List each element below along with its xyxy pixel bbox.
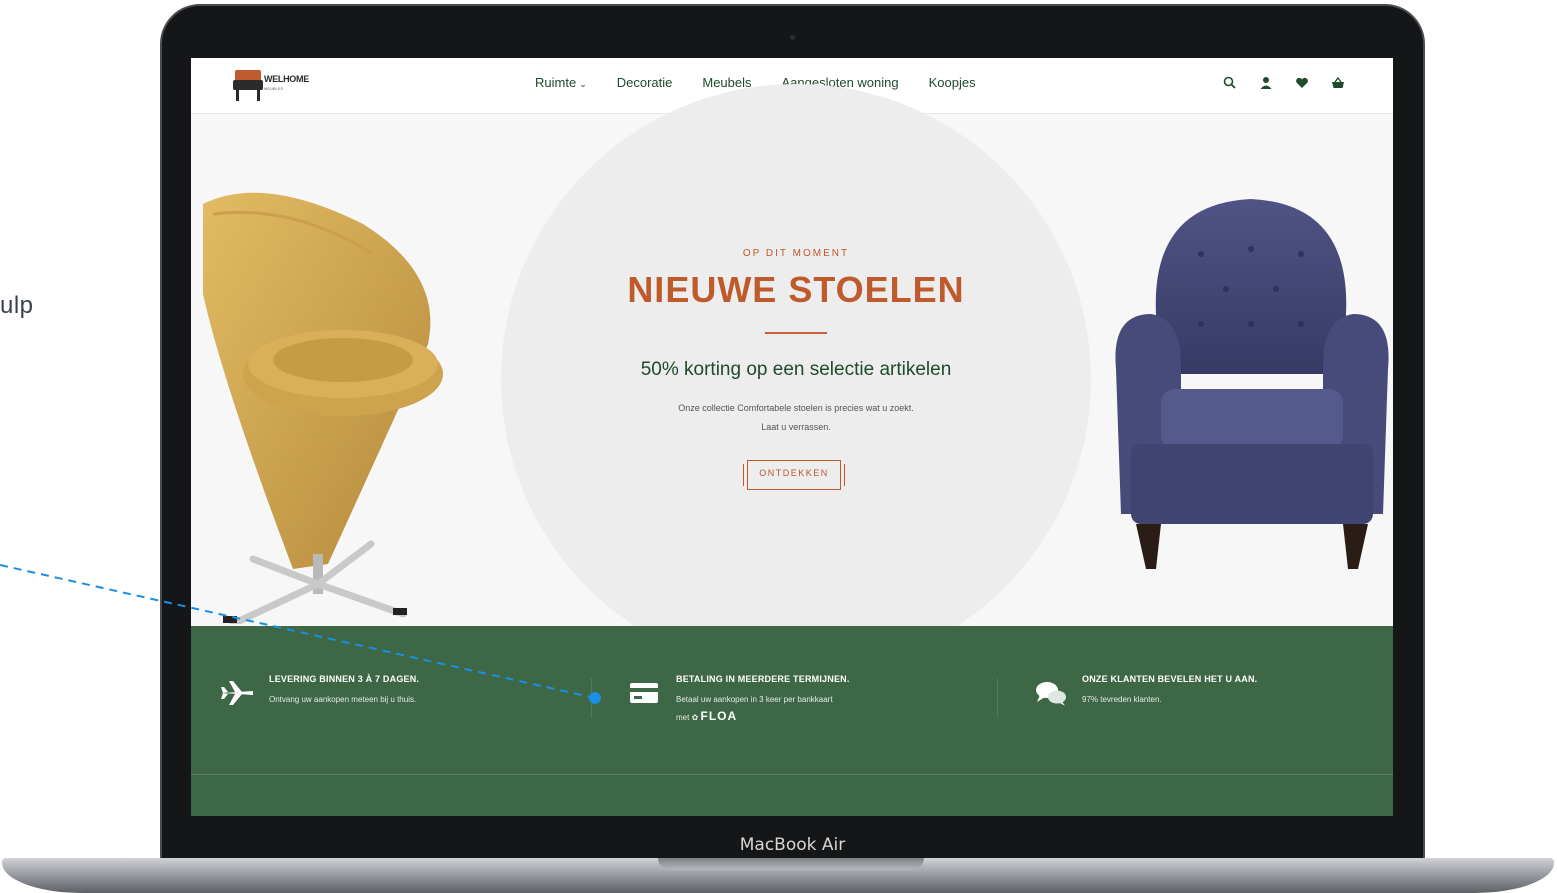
cta-label: ONTDEKKEN bbox=[759, 468, 829, 478]
hero-description-line: Laat u verrassen. bbox=[761, 422, 831, 432]
hero-divider bbox=[765, 332, 827, 334]
discover-button[interactable]: ONTDEKKEN bbox=[743, 456, 845, 494]
nav-item-decoratie[interactable]: Decoratie bbox=[617, 75, 673, 90]
site-logo[interactable]: WELHOME MEUBLES bbox=[233, 68, 323, 104]
cone-chair-image bbox=[203, 192, 443, 624]
feature-separator bbox=[591, 678, 592, 718]
feature-text: Betaal uw aankopen in 3 keer per bankkaa… bbox=[676, 692, 833, 726]
chat-bubbles-icon bbox=[1036, 682, 1066, 706]
hero-subtitle: 50% korting op een selectie artikelen bbox=[640, 359, 952, 380]
device-label: MacBook Air bbox=[739, 835, 846, 855]
chevron-down-icon: ⌄ bbox=[579, 79, 587, 89]
side-caption-fragment: ulp bbox=[0, 292, 34, 319]
wishlist-heart-icon[interactable] bbox=[1293, 74, 1311, 92]
reassurance-band: LEVERING BINNEN 3 À 7 DAGEN. Ontvang uw … bbox=[191, 626, 1393, 816]
logo-tagline: MEUBLES bbox=[264, 86, 284, 91]
header-icons bbox=[1221, 74, 1347, 92]
feature-text: Ontvang uw aankopen meteen bij u thuis. bbox=[269, 695, 417, 704]
tufted-armchair-image bbox=[1115, 199, 1389, 569]
account-icon[interactable] bbox=[1257, 74, 1275, 92]
hero-banner: OP DIT MOMENT NIEUWE STOELEN 50% korting… bbox=[191, 84, 1393, 674]
hero-description: Onze collectie Comfortabele stoelen is p… bbox=[556, 399, 1036, 437]
feature-text: 97% tevreden klanten. bbox=[1082, 695, 1162, 704]
cart-basket-icon[interactable] bbox=[1329, 74, 1347, 92]
feature-heading: LEVERING BINNEN 3 À 7 DAGEN. bbox=[269, 674, 420, 684]
laptop-screen: WELHOME MEUBLES Ruimte ⌄ Decoratie Meubel… bbox=[191, 58, 1393, 816]
laptop-hinge-notch bbox=[658, 858, 924, 870]
feature-text-line: Betaal uw aankopen in 3 keer per bankkaa… bbox=[676, 695, 833, 704]
feature-heading: ONZE KLANTEN BEVELEN HET U AAN. bbox=[1082, 674, 1258, 684]
hero-title: NIEUWE STOELEN bbox=[627, 269, 965, 310]
hero-description-line: Onze collectie Comfortabele stoelen is p… bbox=[678, 403, 914, 413]
logo-wordmark: WELHOME bbox=[264, 74, 309, 84]
hero-eyebrow: OP DIT MOMENT bbox=[742, 248, 850, 259]
airplane-icon bbox=[221, 681, 253, 705]
feature-heading: BETALING IN MEERDERE TERMIJNEN. bbox=[676, 674, 850, 684]
nav-item-koopjes[interactable]: Koopjes bbox=[929, 75, 976, 90]
nav-item-ruimte[interactable]: Ruimte ⌄ bbox=[535, 75, 587, 90]
credit-card-icon bbox=[630, 683, 658, 703]
laptop-camera bbox=[790, 35, 795, 40]
nav-item-label: Ruimte bbox=[535, 75, 577, 90]
floa-flower-icon: ✿ bbox=[691, 713, 699, 722]
floa-brand: FLOA bbox=[700, 709, 738, 723]
band-divider bbox=[191, 774, 1393, 775]
search-icon[interactable] bbox=[1221, 74, 1239, 92]
feature-separator bbox=[997, 678, 998, 718]
feature-text-met: met bbox=[676, 713, 690, 722]
feature-text-line: met ✿ FLOA bbox=[676, 708, 833, 726]
armchair-logo-icon bbox=[233, 70, 263, 101]
